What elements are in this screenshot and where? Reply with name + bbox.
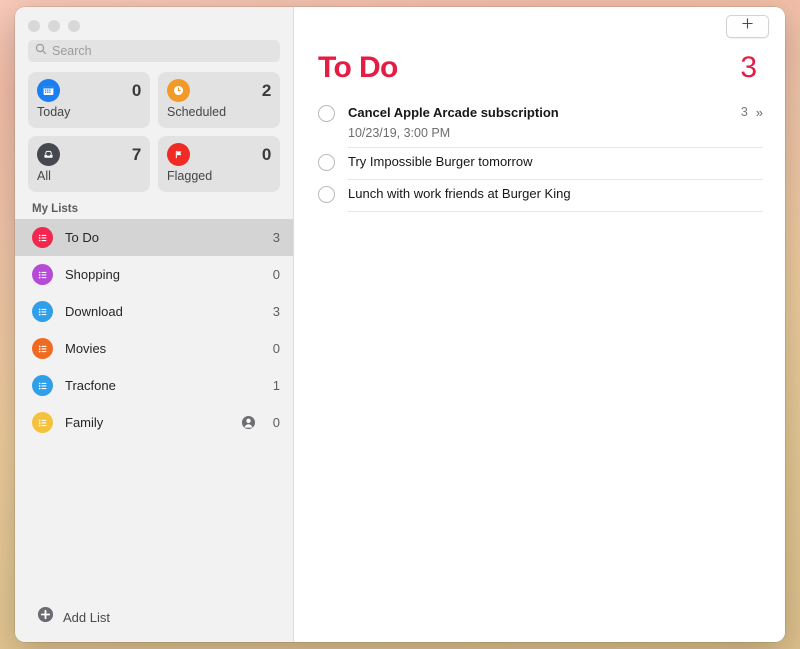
close-button[interactable] (28, 20, 40, 32)
calendar-icon (37, 79, 60, 102)
reminder-title: Lunch with work friends at Burger King (348, 185, 763, 203)
reminder-texts: Cancel Apple Arcade subscription 10/23/1… (348, 104, 731, 141)
add-list-label: Add List (63, 610, 110, 625)
smart-list-label: Flagged (167, 169, 271, 183)
reminder-accessories: 3 » (741, 104, 763, 119)
sidebar-item-tracfone[interactable]: Tracfone 1 (15, 367, 293, 404)
plus-circle-icon (37, 606, 54, 628)
reminders-list: Cancel Apple Arcade subscription 10/23/1… (294, 99, 785, 642)
add-list-button[interactable]: Add List (15, 592, 293, 642)
smart-card-top: 0 (167, 143, 271, 166)
plus-icon (741, 17, 754, 35)
reminder-date: 10/23/19, 3:00 PM (348, 125, 731, 141)
reminder-texts: Lunch with work friends at Burger King (348, 185, 763, 203)
reminder-row[interactable]: Cancel Apple Arcade subscription 10/23/1… (294, 99, 785, 148)
reminder-body: Cancel Apple Arcade subscription 10/23/1… (348, 99, 763, 148)
my-lists-header: My Lists (15, 192, 293, 219)
clock-icon (167, 79, 190, 102)
sidebar-item-count: 0 (273, 341, 280, 356)
sidebar-item-to-do[interactable]: To Do 3 (15, 219, 293, 256)
reminder-checkbox[interactable] (318, 105, 335, 122)
reminder-checkbox[interactable] (318, 186, 335, 203)
smart-list-today[interactable]: 0 Today (28, 72, 150, 128)
smart-list-count: 0 (262, 145, 271, 165)
window-traffic-lights (15, 7, 293, 32)
search-icon (35, 42, 47, 60)
reminder-title: Try Impossible Burger tomorrow (348, 153, 763, 171)
sidebar-item-family[interactable]: Family 0 (15, 404, 293, 441)
list-icon (32, 412, 53, 433)
smart-list-label: All (37, 169, 141, 183)
main-content: To Do 3 Cancel Apple Arcade subscription… (294, 7, 785, 642)
reminder-badge: 3 (741, 105, 748, 119)
list-icon (32, 227, 53, 248)
shared-person-icon (241, 415, 256, 430)
list-icon (32, 301, 53, 322)
smart-lists-grid: 0 Today 2 Scheduled (15, 62, 293, 192)
sidebar-item-label: Movies (65, 341, 265, 356)
sidebar-item-label: Shopping (65, 267, 265, 282)
list-title-row: To Do 3 (294, 51, 785, 85)
sidebar-item-label: Tracfone (65, 378, 265, 393)
sidebar-item-count: 1 (273, 378, 280, 393)
sidebar-item-shopping[interactable]: Shopping 0 (15, 256, 293, 293)
reminders-window: 0 Today 2 Scheduled (15, 7, 785, 642)
sidebar: 0 Today 2 Scheduled (15, 7, 294, 642)
page-title-count: 3 (740, 51, 757, 85)
sidebar-item-label: Family (65, 415, 241, 430)
sidebar-item-count: 3 (273, 230, 280, 245)
page-title: To Do (318, 51, 398, 85)
reminder-body: Try Impossible Burger tomorrow (348, 148, 763, 180)
sidebar-item-download[interactable]: Download 3 (15, 293, 293, 330)
sidebar-item-label: To Do (65, 230, 265, 245)
smart-list-label: Scheduled (167, 105, 271, 119)
sidebar-item-label: Download (65, 304, 265, 319)
smart-list-label: Today (37, 105, 141, 119)
search-field[interactable] (28, 40, 280, 62)
smart-list-count: 0 (132, 81, 141, 101)
sidebar-item-count: 0 (273, 415, 280, 430)
reminder-texts: Try Impossible Burger tomorrow (348, 153, 763, 171)
zoom-button[interactable] (68, 20, 80, 32)
list-icon (32, 264, 53, 285)
reminder-row[interactable]: Lunch with work friends at Burger King (294, 180, 785, 212)
minimize-button[interactable] (48, 20, 60, 32)
main-toolbar (294, 7, 785, 45)
list-icon (32, 338, 53, 359)
smart-list-count: 2 (262, 81, 271, 101)
reminder-title: Cancel Apple Arcade subscription (348, 104, 731, 122)
list-icon (32, 375, 53, 396)
my-lists: To Do 3 Shopping 0 (15, 219, 293, 592)
search-container (15, 32, 293, 62)
reminder-body: Lunch with work friends at Burger King (348, 180, 763, 212)
smart-list-count: 7 (132, 145, 141, 165)
flag-icon (167, 143, 190, 166)
sidebar-item-movies[interactable]: Movies 0 (15, 330, 293, 367)
add-reminder-button[interactable] (726, 15, 769, 38)
smart-card-top: 0 (37, 79, 141, 102)
sidebar-item-count: 3 (273, 304, 280, 319)
search-input[interactable] (52, 44, 273, 58)
sidebar-item-count: 0 (273, 267, 280, 282)
smart-card-top: 7 (37, 143, 141, 166)
chevron-double-right-icon[interactable]: » (756, 106, 763, 119)
smart-list-scheduled[interactable]: 2 Scheduled (158, 72, 280, 128)
inbox-icon (37, 143, 60, 166)
smart-card-top: 2 (167, 79, 271, 102)
reminder-checkbox[interactable] (318, 154, 335, 171)
smart-list-all[interactable]: 7 All (28, 136, 150, 192)
smart-list-flagged[interactable]: 0 Flagged (158, 136, 280, 192)
reminder-row[interactable]: Try Impossible Burger tomorrow (294, 148, 785, 180)
